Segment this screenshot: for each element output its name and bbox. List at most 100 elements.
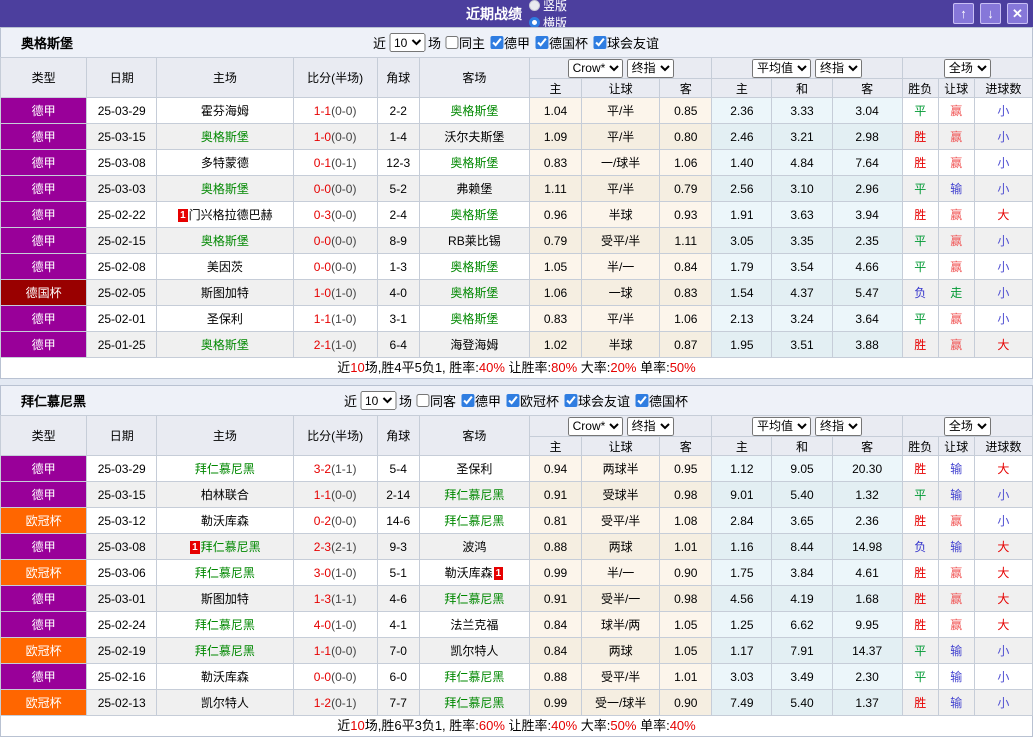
- avg-home-odds: 3.05: [711, 227, 773, 254]
- filter-checkbox-4[interactable]: 德国杯: [631, 391, 688, 410]
- odds-source-select[interactable]: Crow*: [567, 416, 623, 436]
- avg-draw-odds: 5.40: [771, 689, 833, 716]
- crow-home-odds: 1.09: [528, 123, 583, 150]
- checkbox-icon[interactable]: [593, 36, 607, 49]
- league-cell: 德甲: [0, 533, 88, 560]
- recent-count-select[interactable]: 10: [359, 391, 396, 410]
- home-team-cell: 多特蒙德: [156, 149, 294, 176]
- odds-source-select[interactable]: 终指: [815, 416, 862, 436]
- crow-handicap: 平/半: [581, 97, 661, 124]
- table-header: 类型 日期 主场 比分(半场) 角球 客场 Crow* 终指 平均值 终指 全场主让球客主和客胜负让…: [0, 415, 1033, 456]
- odds-source-select[interactable]: 平均值: [752, 58, 811, 78]
- checkbox-icon[interactable]: [564, 394, 578, 407]
- crow-away-odds: 0.85: [659, 97, 713, 124]
- summary-segment: 场,胜4平5负1, 胜率:: [364, 360, 479, 375]
- corner-cell: 7-7: [376, 689, 420, 716]
- col-header: 胜负: [901, 78, 939, 98]
- odds-source-select[interactable]: 终指: [626, 58, 674, 78]
- checkbox-icon[interactable]: [635, 394, 649, 407]
- move-up-button[interactable]: ↑: [953, 3, 974, 24]
- crow-away-odds: 1.05: [659, 611, 713, 638]
- odds-source-select[interactable]: 平均值: [752, 416, 811, 436]
- summary-segment: 80%: [551, 360, 578, 375]
- table-row: 德甲 25-03-15 奥格斯堡 1-0(0-0) 1-4 沃尔夫斯堡 1.09 平/半 0.8…: [0, 123, 1033, 150]
- recent-count-select[interactable]: 10: [388, 33, 425, 52]
- avg-draw-odds: 3.33: [771, 97, 833, 124]
- away-team-cell: 圣保利: [418, 455, 530, 482]
- col-header: 让球: [581, 78, 661, 98]
- move-down-button[interactable]: ↓: [980, 3, 1001, 24]
- odds-source-select[interactable]: 全场: [943, 58, 991, 78]
- corner-cell: 6-0: [376, 663, 420, 690]
- crow-away-odds: 1.08: [659, 507, 713, 534]
- checkbox-icon[interactable]: [490, 36, 503, 49]
- home-team-cell: 奥格斯堡: [156, 123, 294, 150]
- avg-away-odds: 1.37: [831, 689, 903, 716]
- league-cell: 德甲: [0, 123, 88, 150]
- checkbox-icon[interactable]: [535, 36, 549, 49]
- avg-home-odds: 7.49: [711, 689, 773, 716]
- table-row: 德甲 25-03-01 斯图加特 1-3(1-1) 4-6 拜仁慕尼黑 0.91 受半/一 0.…: [0, 585, 1033, 612]
- odds-source-select[interactable]: 终指: [815, 58, 862, 78]
- team-label: 霍芬海姆: [200, 104, 249, 118]
- table-row: 德甲 25-02-22 1 门兴格拉德巴赫 0-3(0-0) 2-4 奥格斯堡 0.96 半球 0…: [0, 201, 1033, 228]
- team-label: 波鸿: [462, 540, 487, 554]
- team-label: 圣保利: [456, 462, 493, 476]
- odds-source-select[interactable]: Crow*: [567, 58, 623, 78]
- crow-away-odds: 0.90: [659, 559, 713, 586]
- fulltime-score: 1-0: [313, 285, 332, 300]
- avg-draw-odds: 3.21: [771, 123, 833, 150]
- crow-home-odds: 0.83: [528, 149, 583, 176]
- crow-handicap: 一/球半: [581, 149, 661, 176]
- team-label: 凯尔特人: [200, 696, 249, 710]
- home-team-cell: 斯图加特: [156, 585, 294, 612]
- checkbox-icon[interactable]: [444, 36, 458, 49]
- col-header: 胜负: [901, 436, 939, 456]
- col-header: 主: [528, 78, 583, 98]
- fulltime-score: 1-1: [313, 487, 332, 502]
- checkbox-icon[interactable]: [415, 394, 429, 407]
- avg-draw-odds: 3.49: [771, 663, 833, 690]
- checkbox-icon[interactable]: [460, 394, 474, 407]
- view-mode-radios: 竖版 横版: [528, 0, 567, 31]
- table-header: 类型 日期 主场 比分(半场) 角球 客场 Crow* 终指 平均值 终指 全场主让球客主和客胜负让…: [0, 57, 1033, 98]
- summary-segment: 让胜率:: [504, 718, 552, 733]
- filter-checkbox-2[interactable]: 德国杯: [531, 33, 588, 52]
- filter-checkbox-3[interactable]: 球会友谊: [560, 391, 630, 410]
- filter-checkbox-1[interactable]: 德甲: [457, 391, 501, 410]
- fulltime-score: 0-0: [313, 181, 332, 196]
- filter-checkbox-3[interactable]: 球会友谊: [589, 33, 659, 52]
- crow-home-odds: 0.84: [528, 611, 583, 638]
- crow-home-odds: 0.83: [528, 305, 583, 332]
- view-radio-vertical[interactable]: 竖版: [528, 0, 567, 14]
- filter-checkbox-1[interactable]: 德甲: [486, 33, 530, 52]
- filter-checkbox-label: 球会友谊: [607, 36, 660, 51]
- result-goals: 小: [973, 637, 1033, 664]
- team-label: 凯尔特人: [450, 644, 499, 658]
- summary-line: 近10场,胜4平5负1, 胜率:40% 让胜率:80% 大率:20% 单率:50…: [0, 358, 1033, 379]
- filter-checkbox-0[interactable]: 同主: [441, 33, 485, 52]
- close-button[interactable]: ✕: [1007, 3, 1028, 24]
- result-goals: 小: [973, 227, 1033, 254]
- odds-source-select[interactable]: 全场: [943, 416, 991, 436]
- date-cell: 25-02-05: [86, 279, 158, 306]
- date-cell: 25-02-08: [86, 253, 158, 280]
- league-cell: 德甲: [0, 331, 88, 358]
- crow-away-odds: 1.01: [659, 533, 713, 560]
- team-label: 美因茨: [206, 260, 243, 274]
- result-goals: 大: [973, 533, 1033, 560]
- team-label: 奥格斯堡: [200, 234, 249, 248]
- match-filters: 近 10 场 同客 德甲 欧冠杯 球会友谊 德国杯: [344, 391, 689, 410]
- checkbox-icon[interactable]: [506, 394, 520, 407]
- score-cell: 0-0(0-0): [292, 175, 378, 202]
- home-team-cell: 奥格斯堡: [156, 175, 294, 202]
- result-handicap: 输: [937, 637, 975, 664]
- filter-checkbox-2[interactable]: 欧冠杯: [502, 391, 559, 410]
- filter-checkbox-0[interactable]: 同客: [412, 391, 456, 410]
- corner-cell: 14-6: [376, 507, 420, 534]
- crow-away-odds: 0.98: [659, 585, 713, 612]
- odds-source-select[interactable]: 终指: [626, 416, 674, 436]
- date-cell: 25-03-12: [86, 507, 158, 534]
- result-outcome: 胜: [901, 507, 939, 534]
- team-label: 拜仁慕尼黑: [444, 670, 505, 684]
